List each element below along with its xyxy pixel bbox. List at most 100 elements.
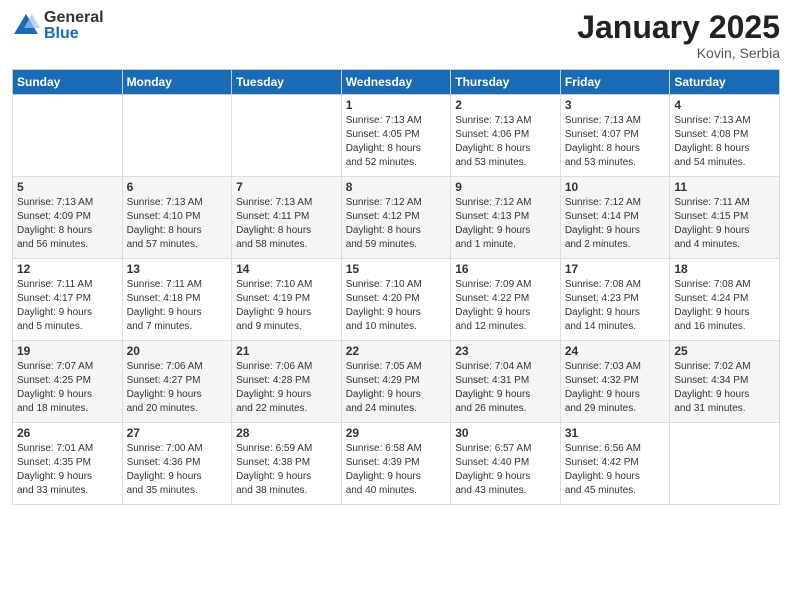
day-number: 19	[17, 344, 118, 358]
day-info: Sunrise: 7:13 AM Sunset: 4:10 PM Dayligh…	[127, 196, 228, 252]
day-info: Sunrise: 7:00 AM Sunset: 4:36 PM Dayligh…	[127, 442, 228, 498]
day-number: 20	[127, 344, 228, 358]
table-row: 16 Sunrise: 7:09 AM Sunset: 4:22 PM Dayli…	[451, 259, 561, 341]
header-saturday: Saturday	[670, 70, 780, 95]
table-row: 6 Sunrise: 7:13 AM Sunset: 4:10 PM Daylig…	[122, 177, 232, 259]
table-row: 22Sunrise: 7:05 AM Sunset: 4:29 PM Dayli…	[341, 341, 451, 423]
day-number: 2	[455, 98, 556, 112]
day-number: 16	[455, 262, 556, 276]
logo-general-text: General	[44, 10, 104, 26]
header-sunday: Sunday	[13, 70, 123, 95]
day-info: Sunrise: 6:56 AM Sunset: 4:42 PM Dayligh…	[565, 442, 666, 498]
calendar-week-row: 5 Sunrise: 7:13 AM Sunset: 4:09 PM Daylig…	[13, 177, 780, 259]
day-info: Sunrise: 7:13 AM Sunset: 4:11 PM Dayligh…	[236, 196, 337, 252]
table-row: 28 Sunrise: 6:59 AM Sunset: 4:38 PM Dayli…	[232, 423, 342, 505]
table-row	[670, 423, 780, 505]
day-number: 9	[455, 180, 556, 194]
day-number: 18	[674, 262, 775, 276]
day-info: Sunrise: 7:11 AM Sunset: 4:18 PM Dayligh…	[127, 278, 228, 334]
day-number: 17	[565, 262, 666, 276]
header-wednesday: Wednesday	[341, 70, 451, 95]
calendar-header-row: Sunday Monday Tuesday Wednesday Thursday…	[13, 70, 780, 95]
day-info: Sunrise: 7:13 AM Sunset: 4:08 PM Dayligh…	[674, 114, 775, 170]
location: Kovin, Serbia	[577, 45, 780, 61]
table-row: 9 Sunrise: 7:12 AM Sunset: 4:13 PM Daylig…	[451, 177, 561, 259]
table-row: 5 Sunrise: 7:13 AM Sunset: 4:09 PM Daylig…	[13, 177, 123, 259]
table-row: 23 Sunrise: 7:04 AM Sunset: 4:31 PM Dayli…	[451, 341, 561, 423]
header-monday: Monday	[122, 70, 232, 95]
page-header: General Blue January 2025 Kovin, Serbia	[12, 10, 780, 61]
table-row: 10Sunrise: 7:12 AM Sunset: 4:14 PM Dayli…	[560, 177, 670, 259]
day-info: Sunrise: 7:09 AM Sunset: 4:22 PM Dayligh…	[455, 278, 556, 334]
table-row: 14 Sunrise: 7:10 AM Sunset: 4:19 PM Dayli…	[232, 259, 342, 341]
table-row: 20 Sunrise: 7:06 AM Sunset: 4:27 PM Dayli…	[122, 341, 232, 423]
day-info: Sunrise: 7:13 AM Sunset: 4:09 PM Dayligh…	[17, 196, 118, 252]
day-info: Sunrise: 7:07 AM Sunset: 4:25 PM Dayligh…	[17, 360, 118, 416]
day-number: 8	[346, 180, 447, 194]
day-info: Sunrise: 7:06 AM Sunset: 4:27 PM Dayligh…	[127, 360, 228, 416]
day-number: 10	[565, 180, 666, 194]
day-info: Sunrise: 7:11 AM Sunset: 4:17 PM Dayligh…	[17, 278, 118, 334]
day-number: 12	[17, 262, 118, 276]
table-row: 13Sunrise: 7:11 AM Sunset: 4:18 PM Dayli…	[122, 259, 232, 341]
day-number: 7	[236, 180, 337, 194]
table-row: 21Sunrise: 7:06 AM Sunset: 4:28 PM Dayli…	[232, 341, 342, 423]
table-row: 7 Sunrise: 7:13 AM Sunset: 4:11 PM Daylig…	[232, 177, 342, 259]
table-row: 30 Sunrise: 6:57 AM Sunset: 4:40 PM Dayli…	[451, 423, 561, 505]
calendar-week-row: 1 Sunrise: 7:13 AM Sunset: 4:05 PM Daylig…	[13, 95, 780, 177]
day-info: Sunrise: 6:59 AM Sunset: 4:38 PM Dayligh…	[236, 442, 337, 498]
day-info: Sunrise: 7:12 AM Sunset: 4:13 PM Dayligh…	[455, 196, 556, 252]
day-number: 30	[455, 426, 556, 440]
table-row: 19 Sunrise: 7:07 AM Sunset: 4:25 PM Dayli…	[13, 341, 123, 423]
day-info: Sunrise: 7:10 AM Sunset: 4:20 PM Dayligh…	[346, 278, 447, 334]
day-number: 4	[674, 98, 775, 112]
table-row: 27 Sunrise: 7:00 AM Sunset: 4:36 PM Dayli…	[122, 423, 232, 505]
day-number: 22	[346, 344, 447, 358]
table-row: 17Sunrise: 7:08 AM Sunset: 4:23 PM Dayli…	[560, 259, 670, 341]
day-number: 1	[346, 98, 447, 112]
day-number: 3	[565, 98, 666, 112]
calendar-week-row: 19 Sunrise: 7:07 AM Sunset: 4:25 PM Dayli…	[13, 341, 780, 423]
day-number: 14	[236, 262, 337, 276]
calendar-week-row: 12 Sunrise: 7:11 AM Sunset: 4:17 PM Dayli…	[13, 259, 780, 341]
day-info: Sunrise: 6:58 AM Sunset: 4:39 PM Dayligh…	[346, 442, 447, 498]
day-number: 15	[346, 262, 447, 276]
table-row: 18 Sunrise: 7:08 AM Sunset: 4:24 PM Dayli…	[670, 259, 780, 341]
table-row: 12 Sunrise: 7:11 AM Sunset: 4:17 PM Dayli…	[13, 259, 123, 341]
day-number: 11	[674, 180, 775, 194]
table-row: 8Sunrise: 7:12 AM Sunset: 4:12 PM Daylig…	[341, 177, 451, 259]
day-number: 31	[565, 426, 666, 440]
calendar-week-row: 26Sunrise: 7:01 AM Sunset: 4:35 PM Dayli…	[13, 423, 780, 505]
table-row: 29 Sunrise: 6:58 AM Sunset: 4:39 PM Dayli…	[341, 423, 451, 505]
day-number: 6	[127, 180, 228, 194]
day-number: 26	[17, 426, 118, 440]
table-row: 1 Sunrise: 7:13 AM Sunset: 4:05 PM Daylig…	[341, 95, 451, 177]
logo: General Blue	[12, 10, 104, 42]
day-info: Sunrise: 7:13 AM Sunset: 4:05 PM Dayligh…	[346, 114, 447, 170]
table-row: 31 Sunrise: 6:56 AM Sunset: 4:42 PM Dayli…	[560, 423, 670, 505]
header-tuesday: Tuesday	[232, 70, 342, 95]
day-number: 28	[236, 426, 337, 440]
day-number: 25	[674, 344, 775, 358]
day-info: Sunrise: 7:10 AM Sunset: 4:19 PM Dayligh…	[236, 278, 337, 334]
day-info: Sunrise: 7:13 AM Sunset: 4:06 PM Dayligh…	[455, 114, 556, 170]
table-row: 24Sunrise: 7:03 AM Sunset: 4:32 PM Dayli…	[560, 341, 670, 423]
day-number: 23	[455, 344, 556, 358]
day-info: Sunrise: 7:03 AM Sunset: 4:32 PM Dayligh…	[565, 360, 666, 416]
table-row: 11 Sunrise: 7:11 AM Sunset: 4:15 PM Dayli…	[670, 177, 780, 259]
day-info: Sunrise: 7:08 AM Sunset: 4:24 PM Dayligh…	[674, 278, 775, 334]
day-number: 27	[127, 426, 228, 440]
day-number: 5	[17, 180, 118, 194]
day-number: 29	[346, 426, 447, 440]
day-info: Sunrise: 7:13 AM Sunset: 4:07 PM Dayligh…	[565, 114, 666, 170]
day-info: Sunrise: 7:02 AM Sunset: 4:34 PM Dayligh…	[674, 360, 775, 416]
day-info: Sunrise: 6:57 AM Sunset: 4:40 PM Dayligh…	[455, 442, 556, 498]
table-row	[122, 95, 232, 177]
header-thursday: Thursday	[451, 70, 561, 95]
table-row: 25 Sunrise: 7:02 AM Sunset: 4:34 PM Dayli…	[670, 341, 780, 423]
day-info: Sunrise: 7:04 AM Sunset: 4:31 PM Dayligh…	[455, 360, 556, 416]
table-row: 15 Sunrise: 7:10 AM Sunset: 4:20 PM Dayli…	[341, 259, 451, 341]
month-title: January 2025	[577, 10, 780, 45]
logo-blue-text: Blue	[44, 26, 104, 42]
day-info: Sunrise: 7:11 AM Sunset: 4:15 PM Dayligh…	[674, 196, 775, 252]
